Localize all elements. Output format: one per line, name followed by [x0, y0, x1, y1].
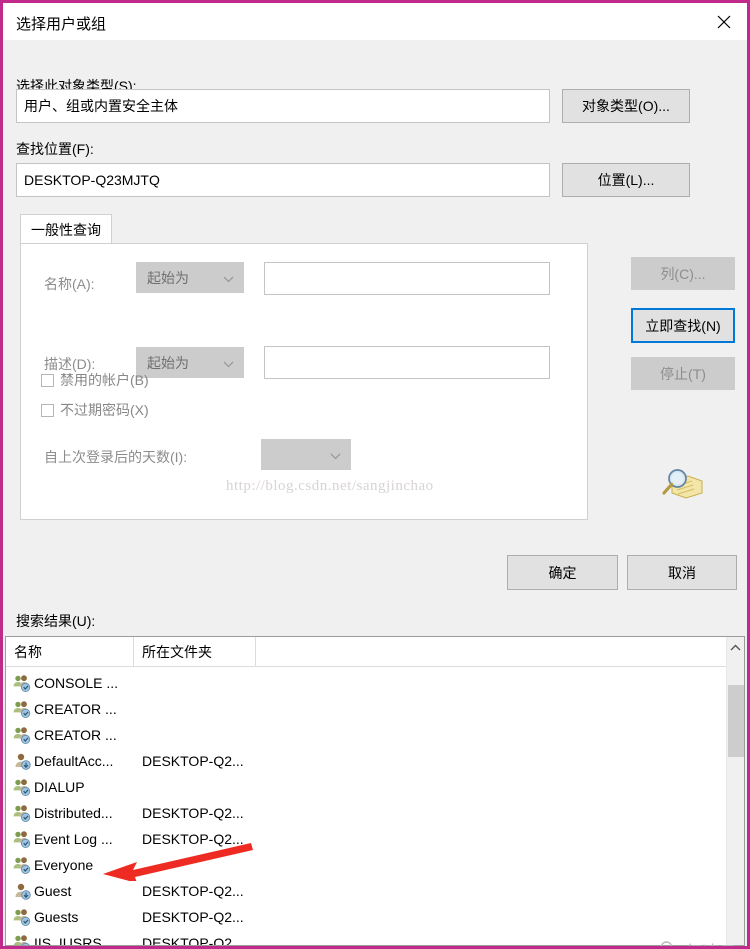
row-name: CREATOR ... [34, 727, 117, 743]
object-type-field[interactable]: 用户、组或内置安全主体 [16, 89, 550, 123]
title-bar: 选择用户或组 [3, 3, 747, 40]
scrollbar-thumb[interactable] [728, 685, 744, 757]
row-name: Everyone [34, 857, 94, 873]
group-icon [13, 674, 31, 692]
name-condition-select[interactable]: 起始为 [136, 262, 244, 293]
row-name: DIALUP [34, 779, 85, 795]
non-expiring-password-checkbox[interactable]: 不过期密码(X) [41, 400, 149, 420]
group-icon [13, 856, 31, 874]
days-since-login-select[interactable] [261, 439, 351, 470]
group-icon [13, 908, 31, 926]
object-type-button[interactable]: 对象类型(O)... [562, 89, 690, 123]
table-row[interactable]: CREATOR ... [6, 696, 744, 722]
brand-watermark-text: 亿速云 [685, 938, 736, 946]
blog-url-watermark: http://blog.csdn.net/sangjinchao [226, 478, 434, 494]
row-name: Guests [34, 909, 79, 925]
name-condition-value: 起始为 [147, 269, 189, 286]
group-icon [13, 778, 31, 796]
name-label: 名称(A): [44, 276, 95, 292]
table-row[interactable]: IIS_IUSRS DESKTOP-Q2... [6, 930, 744, 946]
find-now-button[interactable]: 立即查找(N) [631, 308, 735, 343]
description-condition-select[interactable]: 起始为 [136, 347, 244, 378]
days-since-login-label: 自上次登录后的天数(I): [44, 449, 188, 465]
chevron-down-icon [223, 355, 234, 371]
row-folder: DESKTOP-Q2... [142, 909, 244, 925]
location-button[interactable]: 位置(L)... [562, 163, 690, 197]
stop-button[interactable]: 停止(T) [631, 357, 735, 390]
non-expiring-password-label: 不过期密码(X) [60, 402, 149, 418]
description-input[interactable] [264, 346, 550, 379]
checkbox-box [41, 403, 54, 417]
row-name: Distributed... [34, 805, 113, 821]
disabled-accounts-label: 禁用的帐户(B) [60, 372, 149, 388]
table-row[interactable]: Distributed... DESKTOP-Q2... [6, 800, 744, 826]
group-icon [13, 804, 31, 822]
user-icon [13, 752, 31, 770]
name-input[interactable] [264, 262, 550, 295]
brand-watermark: 亿速云 [657, 938, 736, 946]
cloud-logo-icon [657, 940, 681, 946]
results-scrollbar[interactable] [726, 637, 744, 945]
dialog-body: 选择此对象类型(S): 用户、组或内置安全主体 对象类型(O)... 查找位置(… [3, 40, 747, 946]
row-name: Event Log ... [34, 831, 113, 847]
row-name: IIS_IUSRS [34, 935, 102, 946]
tab-general-query[interactable]: 一般性查询 [20, 214, 112, 244]
chevron-up-icon [730, 638, 741, 654]
results-column-header: 名称 所在文件夹 [6, 637, 744, 667]
location-field[interactable]: DESKTOP-Q23MJTQ [16, 163, 550, 197]
cancel-button[interactable]: 取消 [627, 555, 737, 590]
checkbox-box [41, 373, 54, 387]
close-icon [716, 14, 732, 30]
search-results-list[interactable]: 名称 所在文件夹 CONSOLE ... CREATOR ... CREATOR .… [5, 636, 745, 946]
user-icon [13, 882, 31, 900]
row-folder: DESKTOP-Q2... [142, 831, 244, 847]
table-row[interactable]: Guests DESKTOP-Q2... [6, 904, 744, 930]
scroll-up-button[interactable] [727, 637, 744, 655]
table-row[interactable]: DefaultAcc... DESKTOP-Q2... [6, 748, 744, 774]
column-header-folder[interactable]: 所在文件夹 [134, 637, 256, 667]
close-button[interactable] [701, 3, 747, 40]
magnifier-folder-icon [658, 462, 706, 504]
select-users-or-groups-dialog: 选择用户或组 选择此对象类型(S): 用户、组或内置安全主体 对象类型(O)..… [0, 0, 750, 949]
chevron-down-icon [223, 270, 234, 286]
description-condition-value: 起始为 [147, 354, 189, 371]
location-label: 查找位置(F): [16, 141, 94, 157]
disabled-accounts-checkbox[interactable]: 禁用的帐户(B) [41, 370, 149, 390]
row-name: CREATOR ... [34, 701, 117, 717]
row-name: DefaultAcc... [34, 753, 114, 769]
search-results-label: 搜索结果(U): [16, 613, 96, 629]
table-row[interactable]: CREATOR ... [6, 722, 744, 748]
table-row[interactable]: Everyone [6, 852, 744, 878]
column-header-name[interactable]: 名称 [6, 637, 134, 667]
row-folder: DESKTOP-Q2... [142, 753, 244, 769]
window-title: 选择用户或组 [16, 16, 107, 33]
row-name: CONSOLE ... [34, 675, 119, 691]
table-row[interactable]: DIALUP [6, 774, 744, 800]
row-folder: DESKTOP-Q2... [142, 935, 244, 946]
row-folder: DESKTOP-Q2... [142, 805, 244, 821]
group-icon [13, 726, 31, 744]
chevron-down-icon [330, 447, 341, 463]
row-folder: DESKTOP-Q2... [142, 883, 244, 899]
group-icon [13, 830, 31, 848]
table-row[interactable]: Event Log ... DESKTOP-Q2... [6, 826, 744, 852]
group-icon [13, 934, 31, 945]
table-row[interactable]: CONSOLE ... [6, 670, 744, 696]
table-row[interactable]: Guest DESKTOP-Q2... [6, 878, 744, 904]
ok-button[interactable]: 确定 [507, 555, 618, 590]
group-icon [13, 700, 31, 718]
columns-button[interactable]: 列(C)... [631, 257, 735, 290]
row-name: Guest [34, 883, 72, 899]
